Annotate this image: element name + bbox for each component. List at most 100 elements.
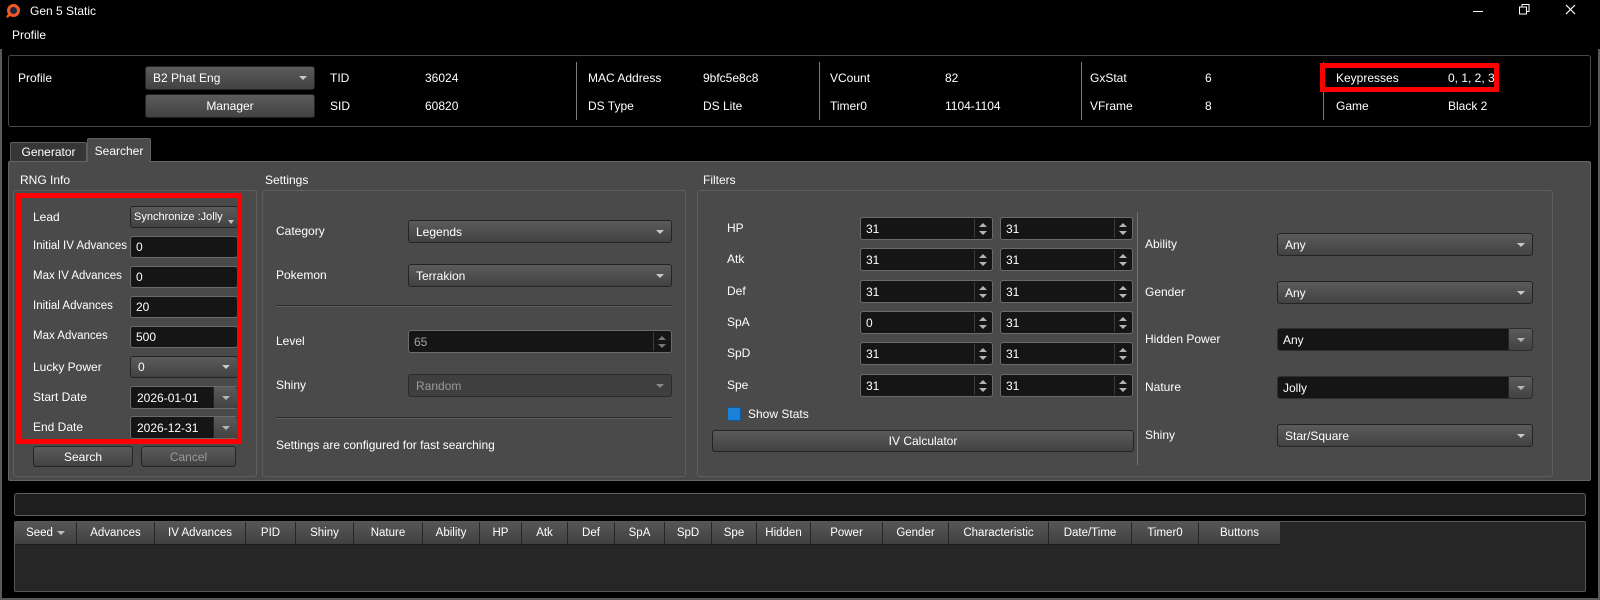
restore-button[interactable]	[1501, 0, 1547, 22]
column-header-date-time[interactable]: Date/Time	[1049, 522, 1132, 545]
column-header-spa[interactable]: SpA	[615, 522, 665, 545]
search-button[interactable]: Search	[33, 446, 133, 467]
chevron-down-icon	[221, 395, 230, 400]
column-header-shiny[interactable]: Shiny	[296, 522, 354, 545]
spin-buttons[interactable]	[1114, 344, 1131, 363]
profile-combobox[interactable]: B2 Phat Eng	[145, 66, 315, 90]
lucky-power-combobox[interactable]: 0	[130, 356, 238, 378]
column-header-advances[interactable]: Advances	[77, 522, 155, 545]
spd-min-spinbox[interactable]: 31	[860, 342, 993, 365]
shiny-setting-combobox[interactable]: Random	[408, 374, 672, 397]
shiny-filter-combobox[interactable]: Star/Square	[1277, 424, 1533, 447]
tab-generator[interactable]: Generator	[10, 142, 87, 162]
gender-combobox[interactable]: Any	[1277, 281, 1533, 304]
profile-label: Profile	[18, 71, 53, 85]
column-header-ability[interactable]: Ability	[423, 522, 480, 545]
filters-title: Filters	[703, 173, 736, 187]
column-header-characteristic[interactable]: Characteristic	[949, 522, 1049, 545]
category-label: Category	[276, 224, 325, 238]
spin-buttons[interactable]	[974, 219, 991, 238]
chevron-down-icon	[1517, 290, 1525, 295]
hidden-power-dropdown-button[interactable]	[1508, 329, 1532, 350]
spin-buttons[interactable]	[1114, 250, 1131, 269]
start-date-dropdown-button[interactable]	[213, 387, 237, 408]
close-button[interactable]	[1547, 0, 1593, 22]
stat-value: DS Lite	[703, 99, 743, 113]
minimize-button[interactable]	[1455, 0, 1501, 22]
iv-calculator-button[interactable]: IV Calculator	[712, 430, 1134, 452]
spd-min-value: 31	[866, 346, 880, 361]
results-table-header: Seed Advances IV Advances PID Shiny Natu…	[15, 522, 1585, 545]
spin-buttons[interactable]	[974, 376, 991, 395]
gender-value: Any	[1285, 285, 1306, 300]
spin-buttons[interactable]	[974, 282, 991, 301]
nature-dropdown-button[interactable]	[1508, 377, 1532, 398]
column-header-hidden[interactable]: Hidden	[757, 522, 811, 545]
chevron-down-icon	[656, 229, 664, 234]
hp-min-spinbox[interactable]: 31	[860, 217, 993, 240]
spin-buttons[interactable]	[1114, 282, 1131, 301]
spin-buttons[interactable]	[974, 250, 991, 269]
spin-up-icon	[1119, 379, 1127, 384]
spa-max-spinbox[interactable]: 31	[1000, 311, 1133, 334]
column-header-spd[interactable]: SpD	[665, 522, 712, 545]
chevron-down-icon	[1516, 337, 1525, 342]
show-stats-checkbox[interactable]	[727, 407, 741, 421]
spe-min-spinbox[interactable]: 31	[860, 374, 993, 397]
max-iv-advances-input[interactable]: 0	[130, 266, 238, 288]
tab-searcher[interactable]: Searcher	[87, 138, 151, 162]
close-icon	[1565, 2, 1576, 20]
spa-min-value: 0	[866, 315, 873, 330]
column-header-pid[interactable]: PID	[246, 522, 296, 545]
shiny-filter-value: Star/Square	[1285, 428, 1350, 443]
spd-max-value: 31	[1006, 346, 1020, 361]
column-header-seed[interactable]: Seed	[15, 522, 77, 545]
spa-min-spinbox[interactable]: 0	[860, 311, 993, 334]
spin-buttons[interactable]	[1114, 313, 1131, 332]
spin-buttons[interactable]	[1114, 219, 1131, 238]
column-header-buttons[interactable]: Buttons	[1199, 522, 1281, 545]
initial-advances-input[interactable]: 20	[130, 296, 238, 318]
search-button-label: Search	[63, 449, 103, 464]
spin-up-icon	[979, 379, 987, 384]
category-combobox[interactable]: Legends	[408, 220, 672, 243]
def-max-spinbox[interactable]: 31	[1000, 280, 1133, 303]
ability-combobox[interactable]: Any	[1277, 233, 1533, 256]
column-header-iv-advances[interactable]: IV Advances	[155, 522, 246, 545]
spin-buttons[interactable]	[974, 313, 991, 332]
profile-separator	[576, 62, 577, 120]
atk-min-spinbox[interactable]: 31	[860, 248, 993, 271]
nature-combobox[interactable]: Jolly	[1277, 376, 1533, 399]
column-header-power[interactable]: Power	[811, 522, 883, 545]
column-header-atk[interactable]: Atk	[522, 522, 568, 545]
lead-combobox[interactable]: Synchronize :Jolly	[130, 206, 238, 228]
end-date-dropdown-button[interactable]	[213, 417, 237, 438]
spd-max-spinbox[interactable]: 31	[1000, 342, 1133, 365]
manager-button[interactable]: Manager	[145, 94, 315, 118]
end-date-edit[interactable]: 2026-12-31	[130, 416, 238, 439]
hp-max-spinbox[interactable]: 31	[1000, 217, 1133, 240]
max-advances-input[interactable]: 500	[130, 326, 238, 348]
cancel-button[interactable]: Cancel	[141, 446, 236, 467]
column-header-def[interactable]: Def	[568, 522, 615, 545]
spin-buttons[interactable]	[1114, 376, 1131, 395]
column-header-timer0[interactable]: Timer0	[1132, 522, 1199, 545]
profile-separator	[819, 62, 820, 120]
column-header-spe[interactable]: Spe	[712, 522, 757, 545]
atk-max-spinbox[interactable]: 31	[1000, 248, 1133, 271]
stat-label-keypresses: Keypresses	[1336, 71, 1399, 85]
hidden-power-combobox[interactable]: Any	[1277, 328, 1533, 351]
spin-buttons[interactable]	[974, 344, 991, 363]
column-header-gender[interactable]: Gender	[883, 522, 949, 545]
level-spinbox[interactable]: 65	[408, 330, 672, 353]
def-min-spinbox[interactable]: 31	[860, 280, 993, 303]
pokemon-combobox[interactable]: Terrakion	[408, 264, 672, 287]
stat-value-keypresses: 0, 1, 2, 3	[1448, 71, 1495, 85]
hp-max-value: 31	[1006, 221, 1020, 236]
initial-iv-advances-input[interactable]: 0	[130, 236, 238, 258]
menu-item-profile[interactable]: Profile	[12, 22, 46, 49]
column-header-nature[interactable]: Nature	[354, 522, 423, 545]
spe-max-spinbox[interactable]: 31	[1000, 374, 1133, 397]
column-header-hp[interactable]: HP	[480, 522, 522, 545]
start-date-edit[interactable]: 2026-01-01	[130, 386, 238, 409]
